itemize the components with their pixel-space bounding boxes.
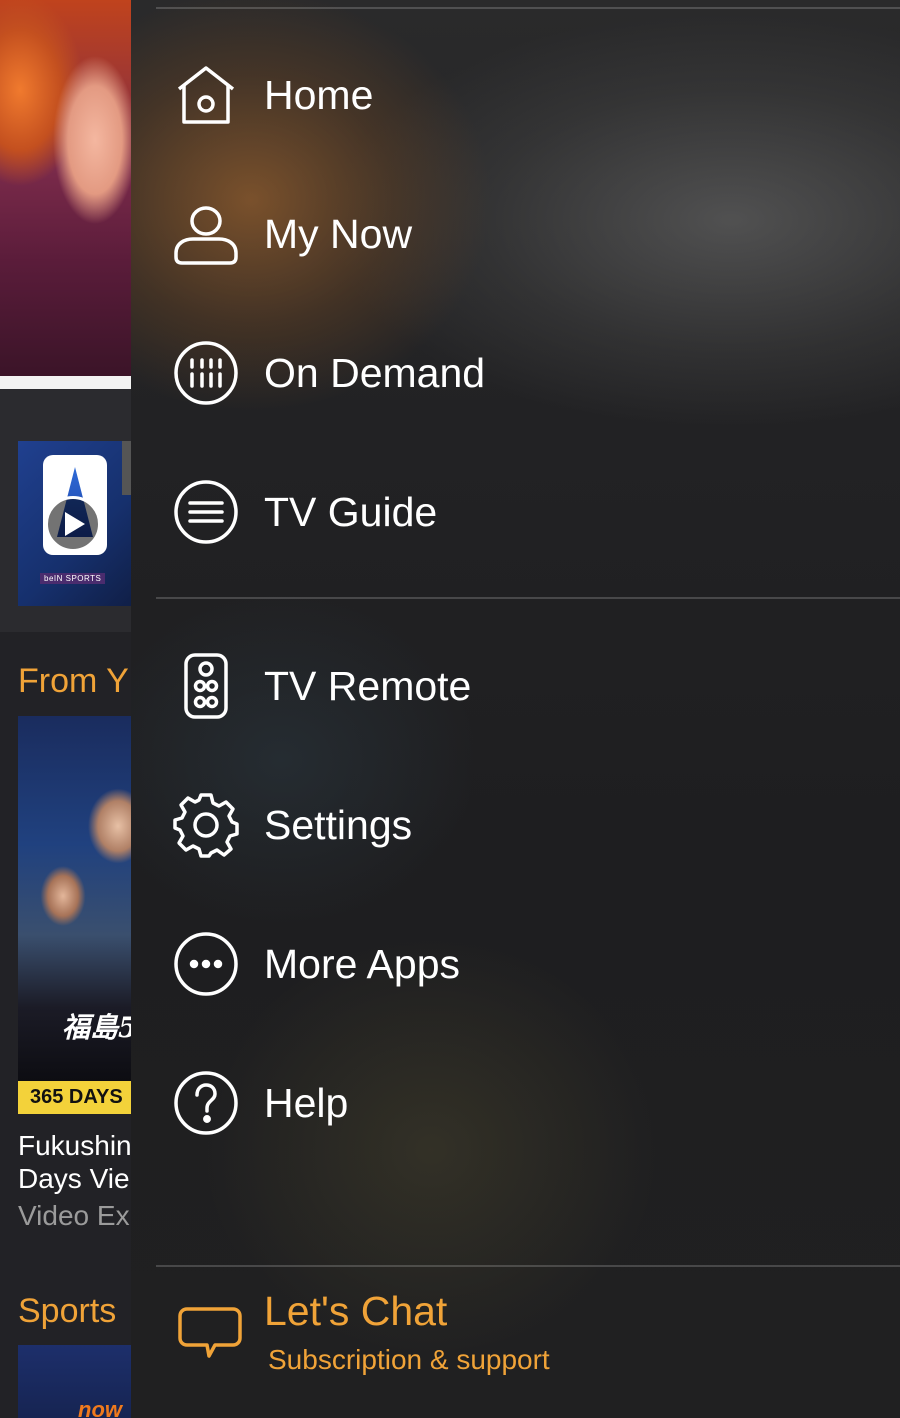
divider-bottom: [156, 1265, 900, 1267]
menu-item-tv-remote[interactable]: TV Remote: [173, 646, 873, 726]
lets-chat-item[interactable]: Let's Chat Subscription & support: [173, 1288, 873, 1388]
play-icon[interactable]: [45, 496, 101, 552]
gear-icon: [173, 792, 239, 858]
divider-middle: [156, 597, 900, 599]
sports-thumbnail[interactable]: now: [18, 1345, 131, 1418]
app-screen: beIN SPORTS From Y 福島5 365 DAYS Fukushin…: [0, 0, 900, 1418]
navigation-drawer: Home My Now On Demand TV Guide TV Remote…: [131, 0, 900, 1418]
menu-item-my-now[interactable]: My Now: [173, 194, 873, 274]
promo-video-thumbnail[interactable]: beIN SPORTS: [18, 441, 131, 606]
poster-fukushima[interactable]: 福島5: [18, 716, 131, 1081]
menu-label-settings: Settings: [264, 801, 413, 848]
remote-icon: [173, 653, 239, 719]
hero-banner-image[interactable]: [0, 0, 131, 376]
menu-item-home[interactable]: Home: [173, 55, 873, 135]
menu-item-help[interactable]: Help: [173, 1063, 873, 1143]
menu-item-tv-guide[interactable]: TV Guide: [173, 472, 873, 552]
lets-chat-title: Let's Chat: [264, 1288, 448, 1334]
item-title-line2: Days Vie: [18, 1163, 130, 1194]
menu-label-more-apps: More Apps: [264, 940, 460, 987]
menu-label-tv-remote: TV Remote: [264, 662, 472, 709]
poster-title: 福島5: [62, 1011, 131, 1044]
menu-item-more-apps[interactable]: More Apps: [173, 924, 873, 1004]
menu-label-my-now: My Now: [264, 210, 413, 257]
tv-guide-icon: [173, 479, 239, 545]
next-thumbnail-edge: [122, 441, 131, 495]
menu-item-settings[interactable]: Settings: [173, 785, 873, 865]
menu-item-on-demand[interactable]: On Demand: [173, 333, 873, 413]
user-icon: [173, 201, 239, 267]
item-subtitle: Video Exp: [18, 1200, 131, 1231]
menu-label-on-demand: On Demand: [264, 349, 486, 396]
on-demand-icon: [173, 340, 239, 406]
chat-bubble-icon: [177, 1306, 243, 1362]
section-title-from-you: From Y: [18, 662, 129, 700]
bein-sports-tag: beIN SPORTS: [40, 573, 106, 584]
home-icon: [173, 62, 239, 128]
days-badge: 365 DAYS: [18, 1081, 131, 1114]
item-title-line1: Fukushin: [18, 1130, 131, 1161]
menu-label-help: Help: [264, 1079, 349, 1126]
more-icon: [173, 931, 239, 997]
section-title-sports: Sports: [18, 1292, 117, 1330]
now-logo: now: [78, 1397, 122, 1418]
menu-label-tv-guide: TV Guide: [264, 488, 438, 535]
help-icon: [173, 1070, 239, 1136]
lets-chat-subtitle: Subscription & support: [268, 1344, 550, 1375]
divider-top: [156, 7, 900, 9]
hero-indicator: [0, 376, 131, 389]
menu-label-home: Home: [264, 71, 374, 118]
background-content: beIN SPORTS From Y 福島5 365 DAYS Fukushin…: [0, 0, 131, 1418]
